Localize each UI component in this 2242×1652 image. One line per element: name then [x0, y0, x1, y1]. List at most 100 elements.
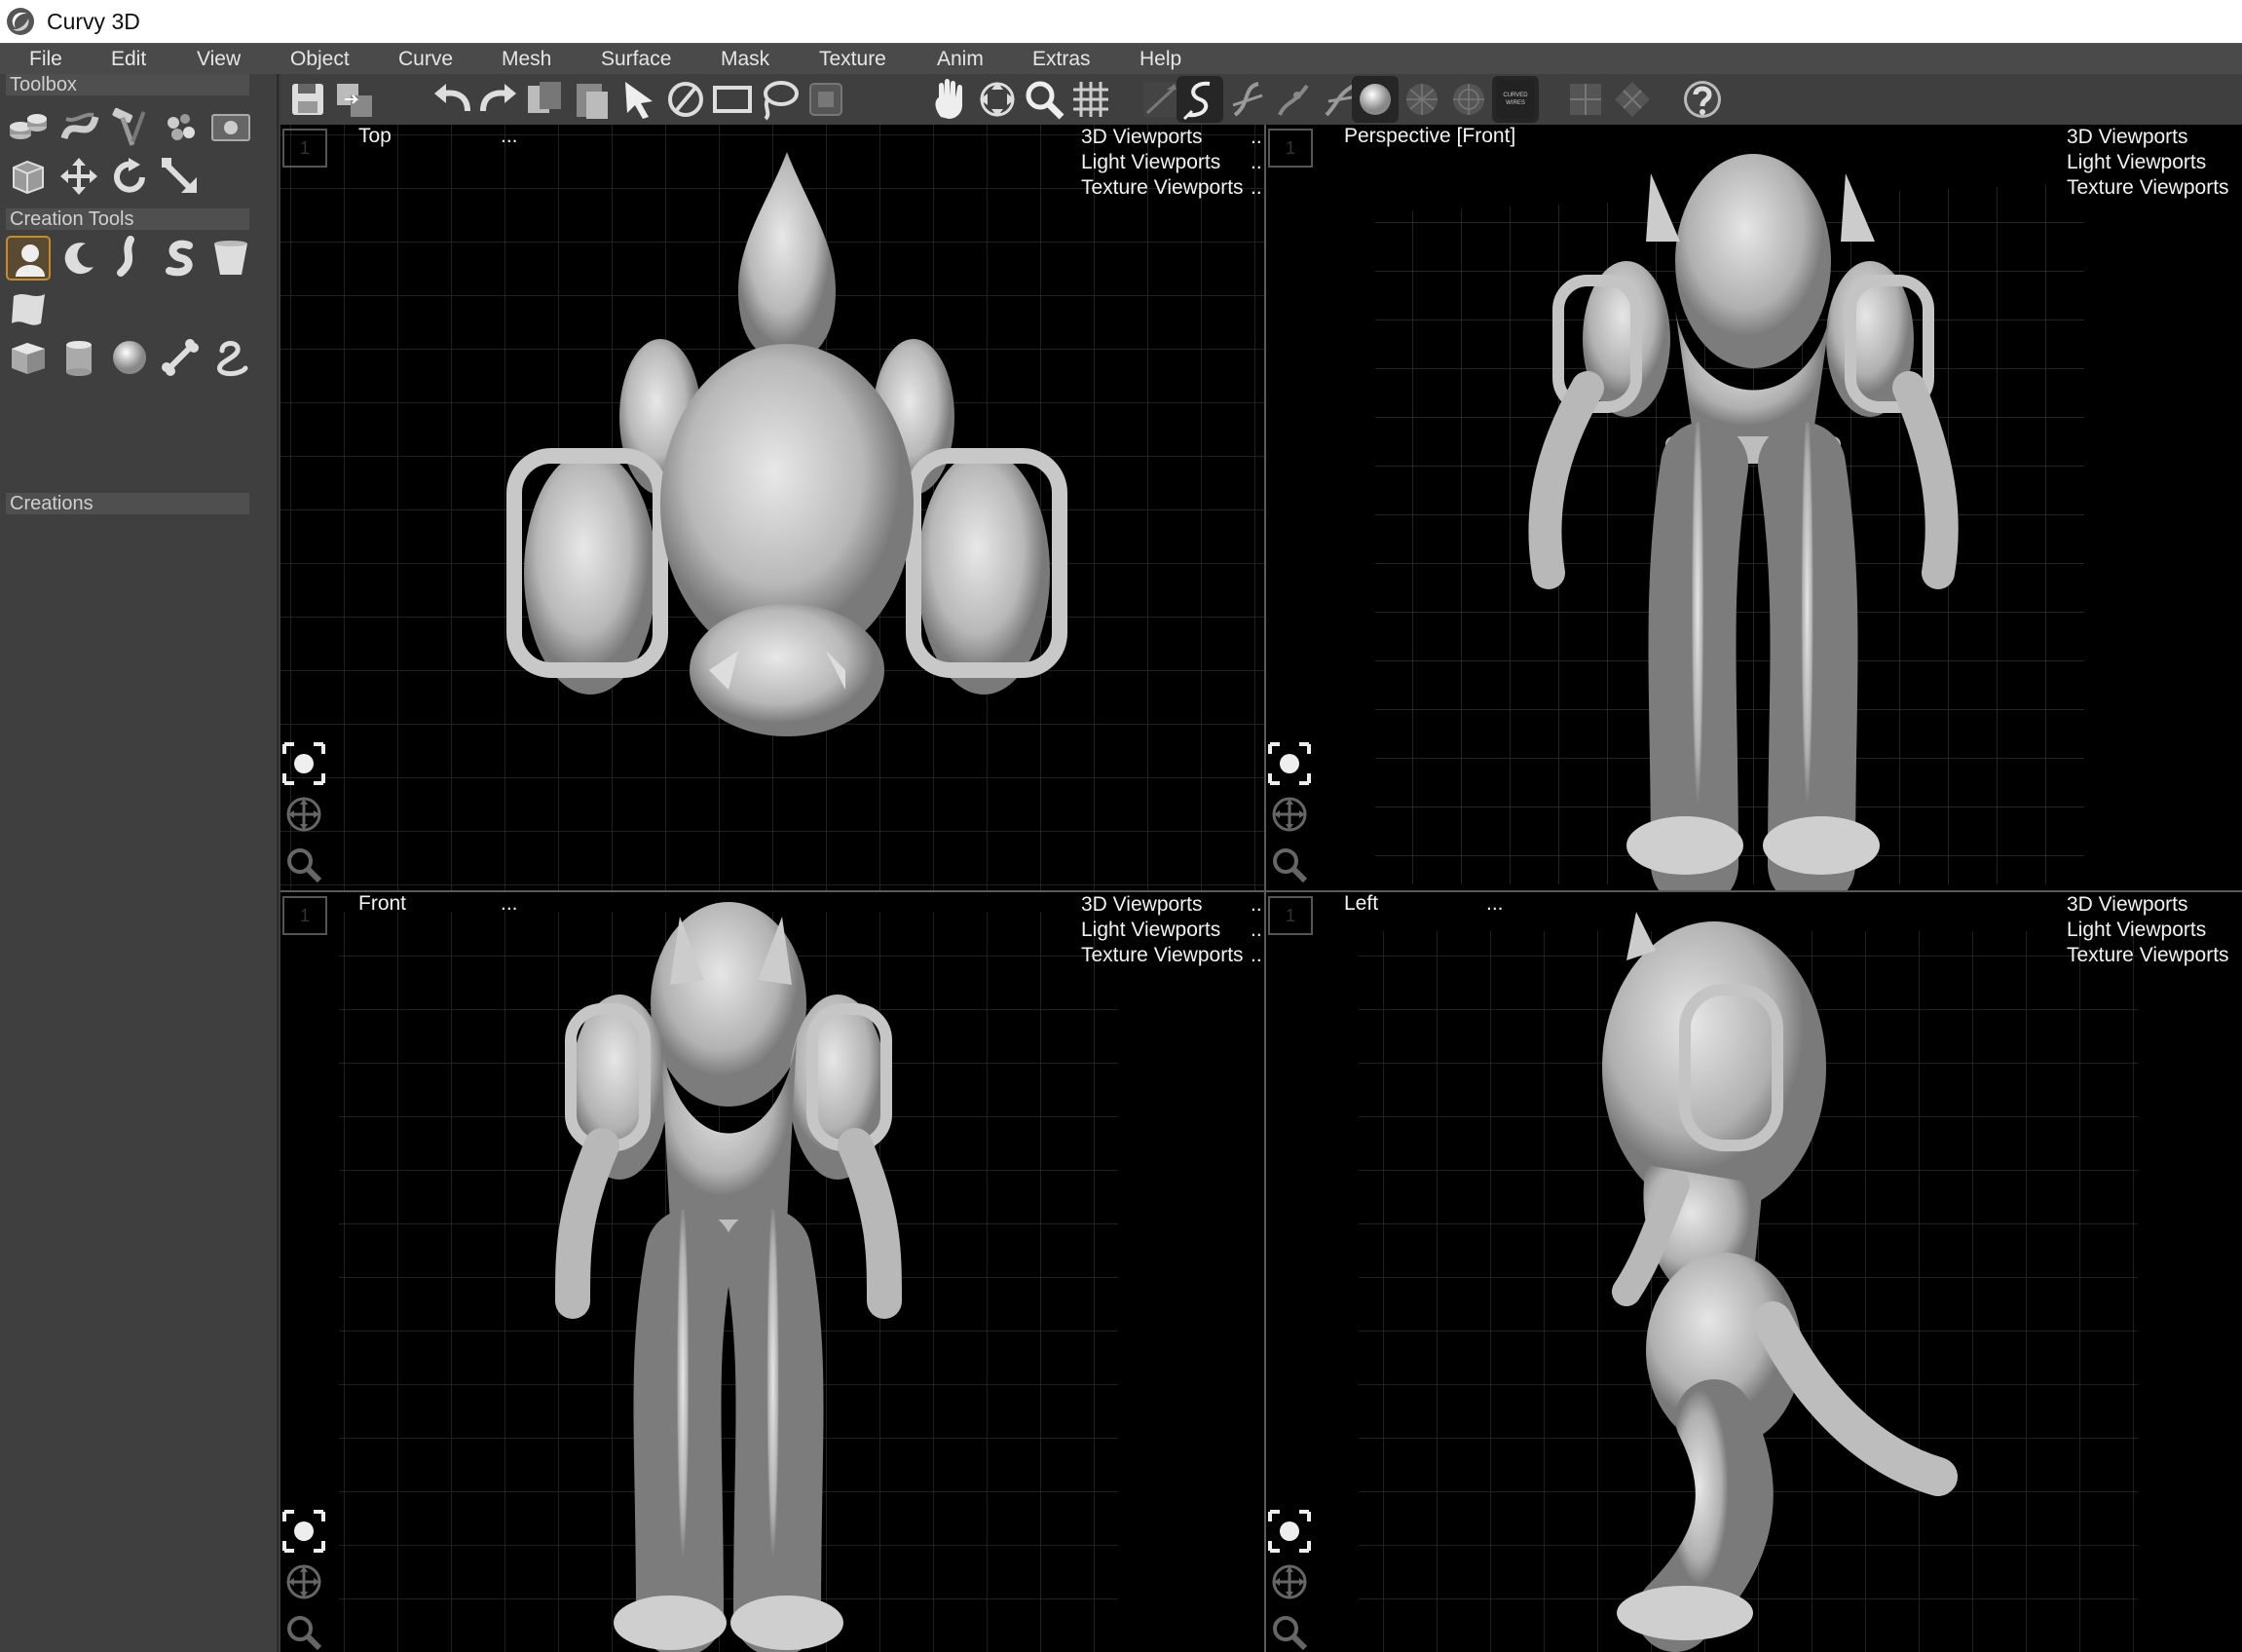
- paste-button[interactable]: [569, 76, 616, 123]
- ellipsis-1[interactable]: ..: [1251, 892, 1262, 918]
- viewport-options-dots[interactable]: ...: [501, 892, 518, 916]
- ellipsis-2[interactable]: ..: [1251, 150, 1262, 175]
- viewport-top[interactable]: 1 Top ... 3D Viewports Light Viewports T…: [280, 125, 1264, 890]
- mask-select-button[interactable]: [803, 76, 849, 123]
- help-button[interactable]: [1679, 76, 1726, 123]
- viewport-number-badge[interactable]: 1: [282, 896, 327, 935]
- curved-wires-button[interactable]: CURVED WIRES: [1492, 76, 1539, 123]
- menu-light-viewports[interactable]: Light Viewports: [1081, 150, 1244, 175]
- deselect-button[interactable]: [662, 76, 709, 123]
- undo-button[interactable]: [429, 76, 475, 123]
- zoom-view-icon[interactable]: [280, 1609, 327, 1652]
- objects-tool[interactable]: [6, 105, 51, 150]
- viewport-front[interactable]: 1 Front ... 3D Viewports Light Viewports…: [280, 892, 1264, 1652]
- ellipsis-3[interactable]: ..: [1251, 175, 1262, 201]
- menu-light-viewports[interactable]: Light Viewports: [2067, 150, 2229, 175]
- viewport-name-left[interactable]: Left: [1344, 892, 1378, 916]
- screenshot-tool[interactable]: [208, 105, 253, 150]
- toolbox-header[interactable]: Toolbox: [6, 74, 249, 95]
- cylinder-primitive-tool[interactable]: [56, 335, 101, 380]
- flat-view-button[interactable]: [1562, 76, 1609, 123]
- menu-anim[interactable]: Anim: [937, 44, 984, 75]
- bone-primitive-tool[interactable]: [158, 335, 203, 380]
- menu-file[interactable]: File: [29, 44, 62, 75]
- zoom-view-icon[interactable]: [1266, 1609, 1313, 1652]
- zoom-button[interactable]: [1021, 76, 1067, 123]
- viewport-name-front[interactable]: Front: [358, 892, 406, 916]
- pan-button[interactable]: [927, 76, 974, 123]
- lasso-select-button[interactable]: [756, 76, 803, 123]
- camera-view-icon[interactable]: [280, 740, 327, 787]
- viewport-options-dots[interactable]: ...: [1486, 892, 1504, 916]
- export-button[interactable]: [331, 76, 378, 123]
- curve-node-button[interactable]: [1270, 76, 1317, 123]
- redo-button[interactable]: [475, 76, 522, 123]
- menu-light-viewports[interactable]: Light Viewports: [1081, 918, 1244, 943]
- viewport-perspective[interactable]: 1 Perspective [Front] 3D Viewports Light…: [1266, 125, 2242, 890]
- arm-shape-tool[interactable]: [107, 236, 152, 281]
- viewport-name-top[interactable]: Top: [358, 125, 392, 148]
- viewport-left[interactable]: 1 Left ... 3D Viewports Light Viewports …: [1266, 892, 2242, 1652]
- viewport-name-perspective[interactable]: Perspective [Front]: [1344, 125, 1515, 148]
- menu-texture-viewports[interactable]: Texture Viewports: [2067, 943, 2229, 968]
- save-button[interactable]: [284, 76, 331, 123]
- move-tool[interactable]: [56, 154, 101, 199]
- menu-3d-viewports[interactable]: 3D Viewports: [2067, 125, 2229, 150]
- bounding-box-tool[interactable]: [6, 154, 51, 199]
- pan-view-icon[interactable]: [280, 1558, 327, 1605]
- menu-texture-viewports[interactable]: Texture Viewports: [1081, 175, 1244, 201]
- viewport-options-dots[interactable]: ...: [501, 125, 518, 148]
- camera-view-icon[interactable]: [1266, 740, 1313, 787]
- curve-edit-button[interactable]: [1223, 76, 1270, 123]
- zoom-view-icon[interactable]: [1266, 842, 1313, 888]
- menu-object[interactable]: Object: [290, 44, 350, 75]
- menu-texture-viewports[interactable]: Texture Viewports: [2067, 175, 2229, 201]
- cube-primitive-tool[interactable]: [6, 335, 51, 380]
- lathe-tool[interactable]: [208, 236, 253, 281]
- creations-header[interactable]: Creations: [6, 493, 249, 514]
- pan-view-icon[interactable]: [1266, 1558, 1313, 1605]
- deform-tool[interactable]: [56, 105, 101, 150]
- select-button[interactable]: [616, 76, 662, 123]
- pan-view-icon[interactable]: [280, 791, 327, 838]
- menu-texture[interactable]: Texture: [819, 44, 886, 75]
- menu-3d-viewports[interactable]: 3D Viewports: [2067, 892, 2229, 918]
- grid-toggle-button[interactable]: [1067, 76, 1114, 123]
- crescent-tool[interactable]: [56, 236, 101, 281]
- menu-texture-viewports[interactable]: Texture Viewports: [1081, 943, 1244, 968]
- menu-mask[interactable]: Mask: [721, 44, 769, 75]
- ellipsis-1[interactable]: ..: [1251, 125, 1262, 150]
- orbit-button[interactable]: [974, 76, 1021, 123]
- viewport-divider-vertical[interactable]: [1264, 125, 1266, 1652]
- viewport-divider-horizontal[interactable]: [280, 890, 2242, 892]
- menu-extras[interactable]: Extras: [1032, 44, 1091, 75]
- scale-tool[interactable]: [158, 154, 203, 199]
- profile-shape-tool[interactable]: [6, 236, 51, 281]
- sculpt-tool[interactable]: [107, 105, 152, 150]
- curve-draw-button[interactable]: [1177, 76, 1223, 123]
- menu-view[interactable]: View: [197, 44, 241, 75]
- viewport-number-badge[interactable]: 1: [282, 129, 327, 168]
- wire-shaded-mode-button[interactable]: [1445, 76, 1492, 123]
- tube-primitive-tool[interactable]: [208, 335, 253, 380]
- paint-tool[interactable]: [158, 105, 203, 150]
- s-curve-tool[interactable]: [158, 236, 203, 281]
- menu-mesh[interactable]: Mesh: [502, 44, 551, 75]
- copy-button[interactable]: [522, 76, 569, 123]
- sheet-tool[interactable]: [6, 286, 51, 331]
- ellipsis-3[interactable]: ..: [1251, 943, 1262, 968]
- rotate-tool[interactable]: [107, 154, 152, 199]
- menu-help[interactable]: Help: [1140, 44, 1181, 75]
- shaded-mode-button[interactable]: [1352, 76, 1399, 123]
- menu-3d-viewports[interactable]: 3D Viewports: [1081, 125, 1244, 150]
- menu-surface[interactable]: Surface: [601, 44, 671, 75]
- ellipsis-2[interactable]: ..: [1251, 918, 1262, 943]
- iso-view-button[interactable]: [1609, 76, 1656, 123]
- menu-curve[interactable]: Curve: [398, 44, 453, 75]
- wireframe-mode-button[interactable]: [1399, 76, 1445, 123]
- menu-edit[interactable]: Edit: [111, 44, 146, 75]
- menu-3d-viewports[interactable]: 3D Viewports: [1081, 892, 1244, 918]
- pan-view-icon[interactable]: [1266, 791, 1313, 838]
- rect-select-button[interactable]: [709, 76, 756, 123]
- camera-view-icon[interactable]: [1266, 1508, 1313, 1555]
